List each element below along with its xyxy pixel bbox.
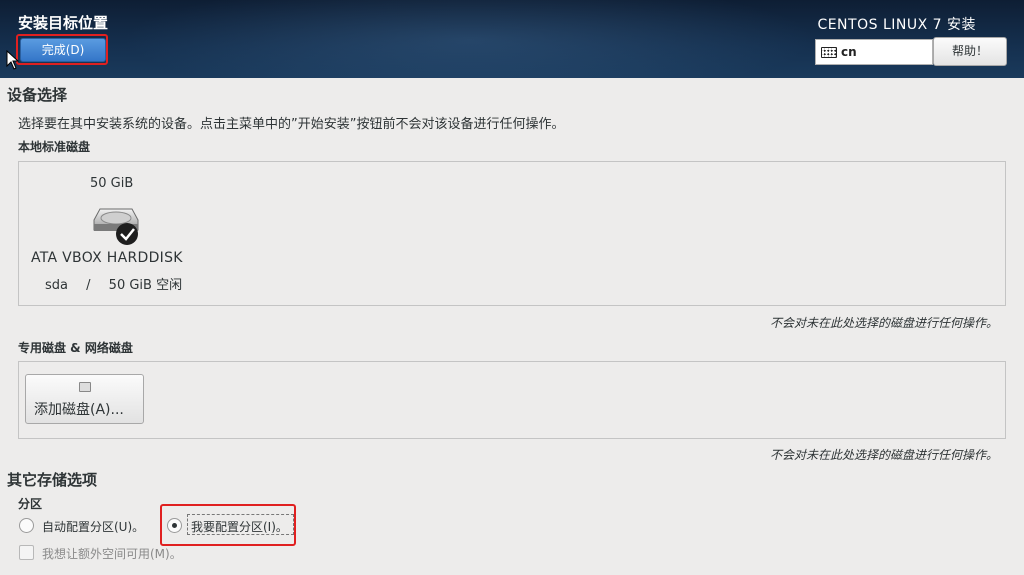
keyboard-layout-indicator[interactable]: cn xyxy=(815,39,933,65)
help-button[interactable]: 帮助！ xyxy=(933,37,1007,66)
specialized-disks-note: 不会对未在此处选择的磁盘进行任何操作。 xyxy=(769,448,998,462)
add-disk-button[interactable]: 添加磁盘(A)... xyxy=(25,374,144,424)
manual-partition-radio[interactable] xyxy=(167,518,182,533)
product-name: CENTOS LINUX 7 安装 xyxy=(817,17,976,33)
disk-add-icon xyxy=(79,382,91,392)
extra-space-checkbox[interactable] xyxy=(19,545,34,560)
hard-disk-selected-icon xyxy=(93,208,139,245)
specialized-disks-label: 专用磁盘 & 网络磁盘 xyxy=(18,341,133,355)
device-selection-description: 选择要在其中安装系统的设备。点击主菜单中的”开始安装”按钮前不会对该设备进行任何… xyxy=(18,117,565,132)
disk-device: sda xyxy=(45,278,68,293)
disk-name: ATA VBOX HARDDISK xyxy=(31,250,183,266)
other-storage-title: 其它存储选项 xyxy=(7,471,98,489)
partitioning-label: 分区 xyxy=(18,497,43,511)
specialized-disks-panel xyxy=(18,361,1006,439)
disk-device-info: sda / 50 GiB 空闲 xyxy=(45,274,182,293)
manual-partition-label[interactable]: 我要配置分区(I)。 xyxy=(191,518,288,535)
mouse-cursor-icon xyxy=(6,50,20,70)
local-disks-label: 本地标准磁盘 xyxy=(18,140,91,154)
auto-partition-radio[interactable] xyxy=(19,518,34,533)
disk-free-space: 50 GiB 空闲 xyxy=(108,278,183,293)
device-selection-title: 设备选择 xyxy=(7,86,68,104)
header-bar: 安装目标位置 完成(D) CENTOS LINUX 7 安装 cn 帮助！ xyxy=(0,0,1024,78)
page-title: 安装目标位置 xyxy=(18,14,109,32)
local-disks-note: 不会对未在此处选择的磁盘进行任何操作。 xyxy=(769,316,998,330)
keyboard-icon xyxy=(821,47,837,58)
add-disk-label: 添加磁盘(A)... xyxy=(34,402,124,418)
disk-size: 50 GiB xyxy=(90,176,134,191)
done-button-highlight xyxy=(16,34,108,65)
header-decoration xyxy=(120,0,820,78)
keyboard-layout-value: cn xyxy=(841,45,857,59)
disk-separator: / xyxy=(86,278,91,293)
auto-partition-label[interactable]: 自动配置分区(U)。 xyxy=(42,518,144,535)
extra-space-label: 我想让额外空间可用(M)。 xyxy=(42,547,182,561)
